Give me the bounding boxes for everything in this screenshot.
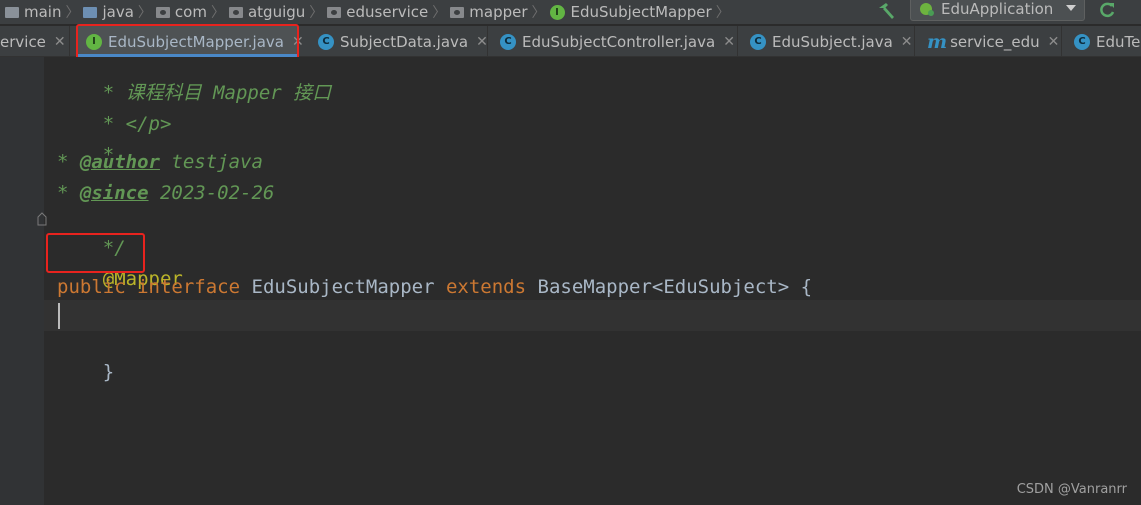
javadoc-author-value: testjava	[159, 151, 263, 173]
close-icon[interactable]: ✕	[476, 34, 488, 50]
tab-edusubject[interactable]: C EduSubject.java ✕	[738, 26, 915, 56]
folder-icon	[5, 6, 19, 18]
tab-service[interactable]: ervice ✕	[0, 26, 70, 56]
package-icon	[228, 6, 243, 18]
package-icon	[450, 6, 465, 18]
rerun-icon[interactable]	[1097, 0, 1117, 20]
class-icon: C	[318, 33, 334, 50]
maven-module-icon: m	[927, 30, 948, 53]
code-line-5: * @since 2023-02-26	[57, 181, 274, 205]
class-icon: C	[500, 33, 516, 50]
build-hammer-icon[interactable]	[876, 0, 898, 22]
chevron-down-icon	[1066, 5, 1076, 11]
tab-subjectdata[interactable]: C SubjectData.java ✕	[308, 26, 488, 56]
tab-edusubjectcontroller[interactable]: C EduSubjectController.java ✕	[488, 26, 738, 56]
interface-name: EduSubjectMapper	[251, 276, 435, 298]
class-icon: C	[750, 33, 766, 50]
chevron-right-icon: 〉	[137, 5, 152, 21]
breadcrumb-label: EduSubjectMapper	[570, 3, 712, 21]
close-icon[interactable]: ✕	[901, 34, 913, 50]
run-configuration-selector[interactable]: EduApplication	[910, 0, 1085, 21]
tab-label: EduSubject.java	[772, 32, 893, 51]
highlight-box-active-tab	[76, 24, 299, 60]
tab-service-edu[interactable]: m service_edu ✕	[915, 26, 1062, 56]
highlight-box-mapper-annotation	[46, 233, 145, 273]
tab-label: SubjectData.java	[340, 32, 469, 51]
close-icon[interactable]: ✕	[54, 34, 66, 50]
chevron-right-icon: 〉	[65, 5, 80, 21]
package-icon	[327, 6, 342, 18]
breadcrumb-label: com	[174, 3, 207, 21]
open-brace: {	[800, 276, 813, 298]
editor-gutter	[0, 57, 44, 505]
code-line-10: }	[57, 336, 114, 383]
fold-marker-icon[interactable]	[37, 212, 47, 226]
code-line-2: * </p>	[57, 88, 172, 135]
breadcrumb-label: main	[24, 3, 62, 21]
breadcrumb-label: eduservice	[346, 3, 429, 21]
source-folder-icon	[83, 6, 98, 18]
base-type: BaseMapper<EduSubject>	[537, 276, 790, 298]
tab-eduteacher[interactable]: C EduTe	[1062, 26, 1141, 56]
current-line-highlight	[44, 300, 1141, 331]
interface-icon: I	[549, 4, 565, 20]
chevron-right-icon: 〉	[210, 5, 225, 21]
breadcrumb-item-java[interactable]: java 〉	[83, 0, 152, 24]
breadcrumb-item-edusubjectmapper[interactable]: I EduSubjectMapper 〉	[549, 0, 730, 24]
close-icon[interactable]: ✕	[1048, 34, 1060, 50]
code-line-4: * @author testjava	[57, 150, 263, 174]
close-brace: }	[102, 361, 115, 383]
package-icon	[155, 6, 170, 18]
breadcrumb-label: java	[102, 3, 134, 21]
breadcrumb-item-mapper[interactable]: mapper 〉	[450, 0, 546, 24]
class-icon: C	[1074, 33, 1090, 50]
breadcrumb-item-main[interactable]: main 〉	[5, 0, 79, 24]
doc-comment-star: *	[57, 182, 80, 204]
tab-label: EduTe	[1096, 32, 1141, 51]
code-line-8: public interface EduSubjectMapper extend…	[57, 275, 812, 299]
chevron-right-icon: 〉	[531, 5, 546, 21]
chevron-right-icon: 〉	[309, 5, 324, 21]
breadcrumb-item-com[interactable]: com 〉	[155, 0, 225, 24]
run-configuration-label: EduApplication	[941, 0, 1054, 18]
javadoc-since-tag: @since	[79, 182, 149, 204]
code-editor[interactable]: * 课程科目 Mapper 接口 * </p> * * @author test…	[0, 57, 1141, 505]
breadcrumb-item-eduservice[interactable]: eduservice 〉	[327, 0, 446, 24]
tab-label: service_edu	[950, 32, 1040, 51]
watermark: CSDN @Vanranrr	[1016, 482, 1127, 497]
keyword-interface: interface	[137, 276, 241, 298]
code-line-1: * 课程科目 Mapper 接口	[57, 57, 331, 104]
chevron-right-icon: 〉	[715, 5, 730, 21]
breadcrumb-label: mapper	[469, 3, 528, 21]
keyword-public: public	[57, 276, 126, 298]
close-icon[interactable]: ✕	[723, 34, 735, 50]
javadoc-since-value: 2023-02-26	[148, 182, 275, 204]
javadoc-author-tag: @author	[79, 151, 160, 173]
breadcrumb-item-atguigu[interactable]: atguigu 〉	[228, 0, 324, 24]
breadcrumb-label: atguigu	[247, 3, 306, 21]
keyword-extends: extends	[445, 276, 527, 298]
tab-label: EduSubjectController.java	[522, 32, 716, 51]
tab-label: ervice	[0, 32, 46, 51]
code-line-3: *	[57, 119, 114, 166]
doc-comment-star: *	[57, 151, 80, 173]
chevron-right-icon: 〉	[432, 5, 447, 21]
spring-boot-icon	[920, 3, 934, 16]
